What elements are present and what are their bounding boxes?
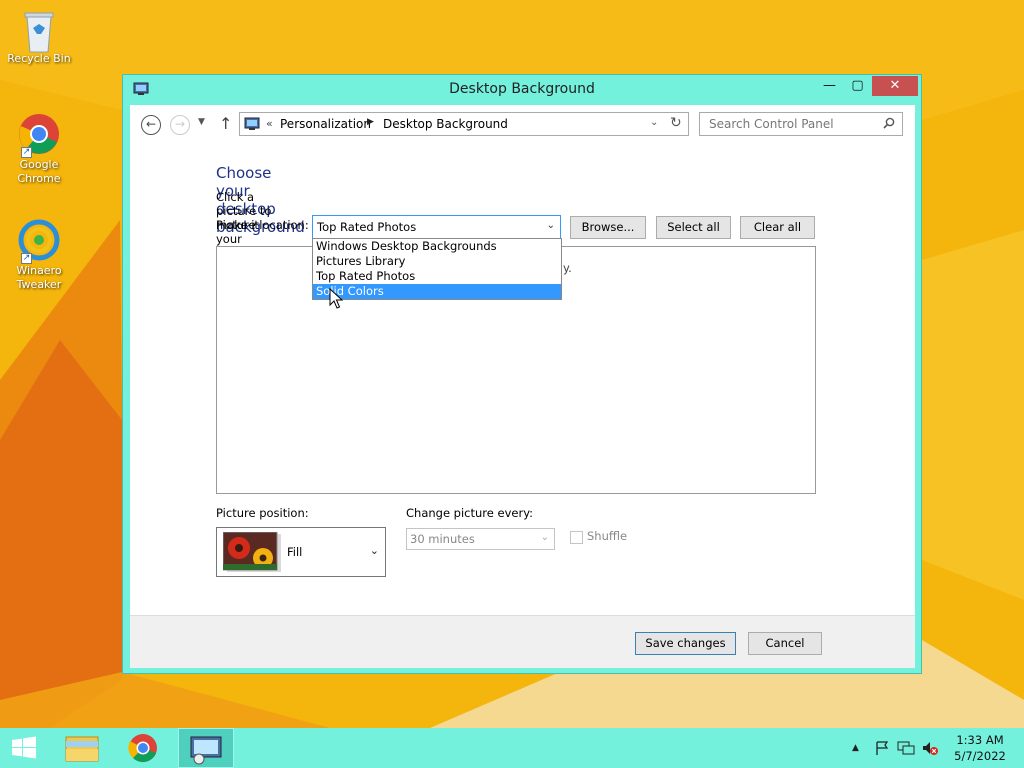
minimize-button[interactable]: —	[816, 76, 843, 96]
picture-location-value: Top Rated Photos	[317, 220, 417, 234]
refresh-icon[interactable]: ↻	[670, 115, 682, 131]
desktop-icon-label: Winaero Tweaker	[16, 264, 62, 291]
desktop-icon-label: Recycle Bin	[7, 52, 71, 65]
shuffle-checkbox[interactable]	[570, 531, 583, 544]
recent-locations-button[interactable]: ▼	[198, 117, 205, 127]
start-button[interactable]	[0, 728, 48, 768]
clock[interactable]: 1:33 AM 5/7/2022	[950, 732, 1010, 764]
winaero-tweaker-icon: ↗	[17, 218, 61, 264]
option-solid-colors[interactable]: Solid Colors	[313, 284, 561, 299]
picture-location-dropdown[interactable]: Windows Desktop Backgrounds Pictures Lib…	[312, 238, 562, 300]
forward-arrow-icon: →	[174, 117, 186, 131]
option-pictures-library[interactable]: Pictures Library	[313, 254, 561, 269]
change-interval-value: 30 minutes	[410, 532, 475, 546]
mouse-pointer-icon	[329, 288, 343, 309]
forward-button[interactable]: →	[170, 115, 190, 135]
desktop-background-window: Desktop Background — ▢ ✕ ← → ▼ ↑ « Perso…	[122, 74, 922, 674]
search-input[interactable]: Search Control Panel	[709, 117, 834, 131]
chrome-icon	[128, 734, 157, 763]
up-button[interactable]: ↑	[219, 114, 232, 133]
address-dropdown-icon[interactable]: ⌄	[650, 117, 658, 128]
select-all-button[interactable]: Select all	[656, 216, 731, 239]
taskbar-control-panel[interactable]	[178, 728, 234, 768]
search-box[interactable]: Search Control Panel	[699, 112, 903, 136]
picture-list-hint: y.	[563, 261, 572, 275]
chevron-down-icon: ⌄	[546, 220, 555, 231]
desktop-icon-label: Google Chrome	[17, 158, 61, 185]
control-panel-icon	[190, 736, 222, 765]
up-arrow-icon: ↑	[219, 114, 233, 133]
chevron-down-icon: ⌄	[369, 544, 379, 557]
action-center-flag-icon[interactable]	[874, 740, 890, 756]
network-icon[interactable]	[897, 740, 915, 756]
picture-location-select[interactable]: Top Rated Photos ⌄	[312, 215, 561, 239]
chevron-down-icon: ⌄	[540, 532, 549, 543]
shortcut-arrow-icon: ↗	[21, 147, 32, 158]
search-icon[interactable]	[883, 117, 895, 129]
picture-position-value: Fill	[287, 545, 303, 559]
desktop-icon-google-chrome[interactable]: ↗ Google Chrome	[0, 112, 78, 186]
back-arrow-icon: ←	[145, 117, 157, 131]
recycle-bin-icon	[17, 6, 61, 53]
cancel-button[interactable]: Cancel	[748, 632, 822, 655]
option-windows-desktop-backgrounds[interactable]: Windows Desktop Backgrounds	[313, 239, 561, 254]
volume-muted-icon[interactable]	[921, 740, 939, 756]
shuffle-label: Shuffle	[587, 529, 628, 543]
clock-time: 1:33 AM	[956, 733, 1004, 747]
clear-all-button[interactable]: Clear all	[740, 216, 815, 239]
desktop-icon-recycle-bin[interactable]: Recycle Bin	[0, 6, 78, 66]
control-panel-icon	[244, 117, 260, 130]
file-explorer-icon	[65, 736, 99, 762]
close-icon: ✕	[889, 78, 901, 93]
shortcut-arrow-icon: ↗	[21, 253, 32, 264]
breadcrumb-personalization[interactable]: Personalization	[280, 117, 371, 131]
back-button[interactable]: ←	[141, 115, 161, 135]
picture-position-label: Picture position:	[216, 506, 309, 520]
address-bar[interactable]: « Personalization ▶ Desktop Background ⌄…	[239, 112, 689, 136]
breadcrumb-separator-icon[interactable]: ▶	[367, 117, 374, 127]
change-picture-label: Change picture every:	[406, 506, 534, 520]
browse-button[interactable]: Browse...	[570, 216, 646, 239]
show-hidden-icons-arrow[interactable]: ▲	[852, 743, 859, 753]
minimize-icon: —	[823, 78, 836, 93]
fill-preview-icon	[223, 532, 281, 572]
taskbar-chrome[interactable]	[119, 728, 167, 768]
maximize-icon: ▢	[851, 78, 864, 93]
option-top-rated-photos[interactable]: Top Rated Photos	[313, 269, 561, 284]
breadcrumb-overflow[interactable]: «	[266, 117, 273, 130]
window-title: Desktop Background	[449, 81, 595, 97]
close-button[interactable]: ✕	[872, 76, 918, 96]
maximize-button[interactable]: ▢	[844, 76, 871, 96]
title-bar[interactable]: Desktop Background — ▢ ✕	[123, 75, 921, 105]
change-interval-select[interactable]: 30 minutes ⌄	[406, 528, 555, 550]
footer-bar: Save changes Cancel	[130, 615, 915, 668]
picture-position-select[interactable]: Fill ⌄	[216, 527, 386, 577]
chrome-icon: ↗	[17, 112, 61, 158]
clock-date: 5/7/2022	[954, 749, 1006, 763]
breadcrumb-desktop-background[interactable]: Desktop Background	[383, 117, 508, 131]
picture-location-label: Picture location:	[216, 218, 309, 232]
save-changes-button[interactable]: Save changes	[635, 632, 736, 655]
taskbar: ▲ 1:33 AM 5/7/2022	[0, 728, 1024, 768]
start-icon	[12, 736, 36, 759]
desktop-icon-winaero-tweaker[interactable]: ↗ Winaero Tweaker	[0, 218, 78, 292]
taskbar-file-explorer[interactable]	[58, 728, 106, 768]
